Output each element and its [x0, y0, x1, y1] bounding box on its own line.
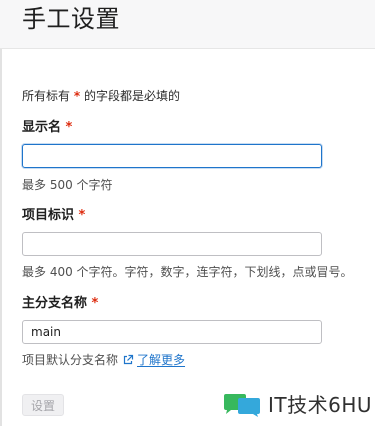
project-id-input[interactable] — [22, 232, 322, 256]
display-name-label-text: 显示名 — [22, 120, 62, 135]
main-branch-label-text: 主分支名称 — [22, 296, 88, 311]
watermark: IT技术6HU — [222, 392, 372, 418]
page-title: 手工设置 — [22, 5, 120, 33]
main-branch-help-text: 项目默认分支名称 — [22, 353, 119, 367]
required-asterisk: * — [78, 208, 86, 223]
display-name-input[interactable] — [22, 144, 322, 168]
main-branch-help: 项目默认分支名称 了解更多 — [22, 352, 185, 368]
watermark-text: IT技术6HU — [268, 393, 373, 417]
page-header: 手工设置 — [0, 0, 375, 49]
wechat-logo-icon — [224, 394, 260, 417]
learn-more-link[interactable]: 了解更多 — [122, 352, 185, 368]
required-note-suffix: 的字段都是必填的 — [83, 89, 180, 103]
project-id-label: 项目标识 * — [22, 208, 85, 224]
required-note-prefix: 所有标有 — [22, 89, 71, 103]
required-asterisk: * — [73, 89, 81, 103]
left-border — [0, 0, 2, 426]
learn-more-text: 了解更多 — [137, 353, 186, 367]
required-asterisk: * — [91, 296, 99, 311]
display-name-label: 显示名 * — [22, 120, 72, 136]
setup-button[interactable]: 设置 — [22, 394, 64, 416]
main-branch-input[interactable] — [22, 320, 322, 344]
display-name-help: 最多 500 个字符 — [22, 178, 113, 192]
external-link-icon — [123, 354, 134, 365]
main-branch-label: 主分支名称 * — [22, 296, 98, 312]
required-asterisk: * — [65, 120, 73, 135]
project-id-help: 最多 400 个字符。字符，数字，连字符，下划线，点或冒号。 — [22, 265, 353, 279]
required-fields-note: 所有标有 * 的字段都是必填的 — [22, 88, 180, 104]
project-id-label-text: 项目标识 — [22, 208, 75, 223]
